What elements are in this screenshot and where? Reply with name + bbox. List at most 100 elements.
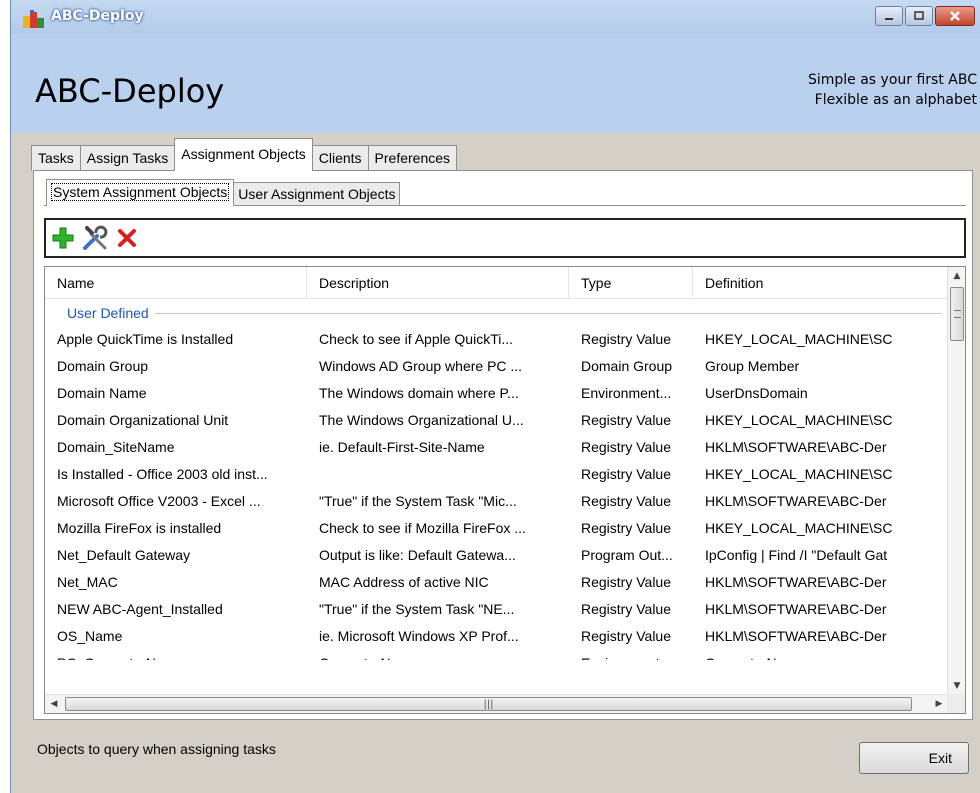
table-row[interactable]: Apple QuickTime is Installed Check to see… xyxy=(45,326,948,353)
tab-assign-tasks[interactable]: Assign Tasks xyxy=(79,145,176,171)
cell-description: The Windows domain where P... xyxy=(319,385,519,401)
cell-name: Domain Group xyxy=(57,358,149,374)
cell-description: ComputerName xyxy=(307,650,569,660)
add-object-button[interactable] xyxy=(50,225,76,251)
subtab-system-assignment-objects[interactable]: System Assignment Objects xyxy=(46,179,235,206)
cell-description xyxy=(307,461,569,488)
cell-name: Domain Organizational Unit xyxy=(57,412,229,428)
cell-type: Environment... xyxy=(569,650,693,660)
minimize-icon xyxy=(885,18,893,20)
cell-name: NEW ABC-Agent_Installed xyxy=(57,601,223,617)
grip-icon: ||| xyxy=(483,698,494,710)
close-button[interactable] xyxy=(935,6,975,26)
delete-object-button[interactable] xyxy=(114,225,140,251)
cell-name: PC_ComputerName xyxy=(45,650,307,660)
table-row[interactable]: Domain Group Windows AD Group where PC ..… xyxy=(45,353,948,380)
vertical-scroll-thumb[interactable] xyxy=(950,287,964,341)
tab-clients[interactable]: Clients xyxy=(311,145,369,171)
tab-preferences[interactable]: Preferences xyxy=(367,145,458,171)
cell-type: Registry Value xyxy=(581,520,672,536)
table-row[interactable]: Microsoft Office V2003 - Excel ... "True"… xyxy=(45,488,948,515)
window-title: ABC-Deploy xyxy=(51,8,144,24)
scroll-right-icon[interactable]: ▶ xyxy=(930,695,948,713)
objects-list: Name Description Type Definition User De… xyxy=(44,266,966,714)
cell-description: Check to see if Apple QuickTi... xyxy=(319,331,514,347)
close-icon xyxy=(950,11,960,21)
cell-type: Domain Group xyxy=(581,358,673,374)
maximize-icon xyxy=(914,11,924,20)
cell-name: Is Installed - Office 2003 old inst... xyxy=(57,466,268,482)
exit-button[interactable]: Exit xyxy=(859,742,969,774)
table-row[interactable]: Is Installed - Office 2003 old inst... Re… xyxy=(45,461,948,488)
column-header-name[interactable]: Name xyxy=(45,267,307,299)
scroll-down-icon[interactable]: ▼ xyxy=(948,677,965,695)
cell-definition: IpConfig | Find /I "Default Gat xyxy=(705,547,888,563)
table-row[interactable]: OS_Name ie. Microsoft Windows XP Prof... R… xyxy=(45,623,948,650)
sub-tabs: System Assignment Objects User Assignmen… xyxy=(46,179,401,206)
table-row[interactable]: Net_Default Gateway Output is like: Defau… xyxy=(45,542,948,569)
cell-name: Net_Default Gateway xyxy=(57,547,191,563)
tab-assignment-objects[interactable]: Assignment Objects xyxy=(174,138,313,171)
cell-definition: UserDnsDomain xyxy=(705,385,808,401)
vertical-scrollbar[interactable]: ▲ ▼ xyxy=(947,267,965,695)
cell-type: Registry Value xyxy=(581,493,672,509)
cell-definition: HKEY_LOCAL_MACHINE\SC xyxy=(705,520,893,536)
table-row[interactable]: NEW ABC-Agent_Installed "True" if the Sys… xyxy=(45,596,948,623)
horizontal-scroll-thumb[interactable]: ||| xyxy=(65,697,912,711)
grip-icon xyxy=(954,310,961,318)
window-controls xyxy=(875,6,975,26)
horizontal-scrollbar[interactable]: ◀ ||| ▶ xyxy=(45,694,948,713)
table-row[interactable]: Domain Name The Windows domain where P...… xyxy=(45,380,948,407)
status-text: Objects to query when assigning tasks xyxy=(37,741,276,757)
table-row[interactable]: Domain_SiteName ie. Default-First-Site-Na… xyxy=(45,434,948,461)
cell-type: Registry Value xyxy=(581,601,672,617)
cell-definition: HKLM\SOFTWARE\ABC-Der xyxy=(705,628,887,644)
cell-definition: ComputerName xyxy=(693,650,948,660)
scroll-up-icon[interactable]: ▲ xyxy=(948,267,965,285)
table-row[interactable]: Net_MAC MAC Address of active NIC Registry… xyxy=(45,569,948,596)
assignment-objects-panel: System Assignment Objects User Assignmen… xyxy=(33,170,973,720)
table-row[interactable]: Domain Organizational Unit The Windows Or… xyxy=(45,407,948,434)
cell-definition: HKLM\SOFTWARE\ABC-Der xyxy=(705,601,887,617)
table-row[interactable]: Mozilla FireFox is installed Check to see… xyxy=(45,515,948,542)
cell-description: ie. Default-First-Site-Name xyxy=(319,439,485,455)
edit-object-button[interactable] xyxy=(82,225,108,251)
cell-type: Registry Value xyxy=(581,331,672,347)
table-row[interactable]: PC_ComputerNameComputerNameEnvironment..… xyxy=(45,650,948,660)
subtab-label: System Assignment Objects xyxy=(51,183,230,201)
group-divider xyxy=(154,312,942,314)
tab-tasks[interactable]: Tasks xyxy=(31,145,81,171)
cell-definition: HKEY_LOCAL_MACHINE\SC xyxy=(705,412,893,428)
cell-name: Domain_SiteName xyxy=(57,439,175,455)
scrollbar-corner xyxy=(947,694,965,713)
column-header-definition[interactable]: Definition xyxy=(693,267,948,299)
app-window: ABC-Deploy ABC-Deploy Simple as your fir… xyxy=(10,0,980,793)
cell-name: OS_Name xyxy=(57,628,123,644)
subtab-user-assignment-objects[interactable]: User Assignment Objects xyxy=(233,182,401,206)
cell-definition: HKLM\SOFTWARE\ABC-Der xyxy=(705,574,887,590)
cell-description: Windows AD Group where PC ... xyxy=(319,358,523,374)
title-bar[interactable]: ABC-Deploy xyxy=(11,0,980,34)
cell-type: Environment... xyxy=(581,385,672,401)
maximize-button[interactable] xyxy=(905,6,933,26)
cell-name: Net_MAC xyxy=(57,574,118,590)
app-logo-icon xyxy=(23,10,45,28)
group-header-user-defined[interactable]: User Defined xyxy=(45,300,948,326)
scroll-left-icon[interactable]: ◀ xyxy=(45,695,63,713)
cell-type: Registry Value xyxy=(581,439,672,455)
cell-description: ie. Microsoft Windows XP Prof... xyxy=(319,628,519,644)
column-header-description[interactable]: Description xyxy=(307,267,569,299)
cell-description: MAC Address of active NIC xyxy=(319,574,489,590)
cell-definition: Group Member xyxy=(705,358,800,374)
cell-description: The Windows Organizational U... xyxy=(319,412,524,428)
app-header: ABC-Deploy Simple as your first ABC Flex… xyxy=(11,34,980,133)
minimize-button[interactable] xyxy=(875,6,903,26)
cell-type: Program Out... xyxy=(581,547,673,563)
cell-name: Mozilla FireFox is installed xyxy=(57,520,222,536)
cell-type: Registry Value xyxy=(581,412,672,428)
column-header-type[interactable]: Type xyxy=(569,267,693,299)
cell-definition: HKEY_LOCAL_MACHINE\SC xyxy=(705,331,893,347)
cell-name: Microsoft Office V2003 - Excel ... xyxy=(57,493,261,509)
app-brand-title: ABC-Deploy xyxy=(35,72,225,110)
cell-type: Registry Value xyxy=(581,628,672,644)
